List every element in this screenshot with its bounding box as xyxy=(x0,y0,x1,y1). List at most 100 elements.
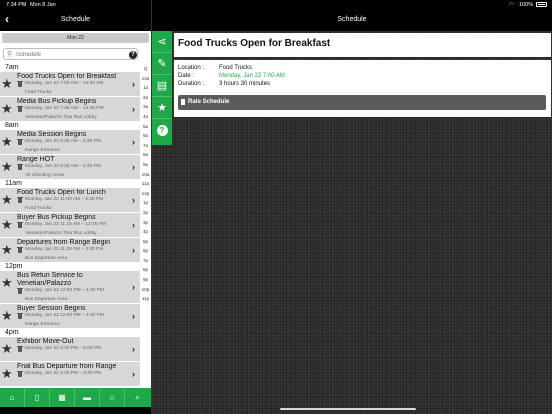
index-letter[interactable]: 5p xyxy=(140,237,151,247)
list-item[interactable]: ★ Buyer Bus Pickup Begins Monday, Jan 22 1… xyxy=(0,213,140,238)
list-item[interactable]: ★ Exhibor Move-Out Monday, Jan 22 4:30 PM … xyxy=(0,337,140,362)
chevron-right-icon: › xyxy=(132,282,135,292)
help-circle-icon[interactable]: ? xyxy=(152,119,172,141)
event-time: Monday, Jan 22 7:45 AM – 12:45 PM xyxy=(25,106,104,111)
wifi-icon: ◠ xyxy=(509,2,514,8)
search-icon: ⚲ xyxy=(7,51,13,58)
list-item[interactable]: ★ Food Trucks Open for Breakfast Monday, J… xyxy=(0,72,140,97)
trash-icon xyxy=(17,81,23,87)
star-icon[interactable]: ★ xyxy=(1,309,13,322)
detail-title: Food Trucks Open for Breakfast xyxy=(178,38,331,49)
event-title: Buyer Bus Pickup Begins xyxy=(17,214,96,221)
index-letter[interactable]: 10a xyxy=(140,170,151,180)
edit-pencil-icon[interactable]: ✎ xyxy=(152,53,172,75)
star-icon[interactable]: ★ xyxy=(1,243,13,256)
date-tab[interactable]: Mon 22 xyxy=(2,33,149,43)
star-icon[interactable]: ★ xyxy=(1,193,13,206)
hour-header: 4pm xyxy=(0,329,140,337)
battery-percent: 100% xyxy=(519,2,534,8)
index-letter[interactable]: 10p xyxy=(140,285,151,295)
list-item[interactable]: ★ Food Trucks Open for Lunch Monday, Jan 2… xyxy=(0,188,140,213)
chevron-right-icon: › xyxy=(132,137,135,147)
index-letter[interactable]: 6a xyxy=(140,131,151,141)
hour-header: 7am xyxy=(0,64,140,72)
event-location: Venetian/Palazzo Tour Bus Lobby xyxy=(25,231,97,236)
home-tab[interactable]: ⌂ xyxy=(0,388,25,407)
location-label: Location : xyxy=(178,65,205,71)
trash-icon xyxy=(17,288,23,294)
search-bar[interactable]: ⚲ ? xyxy=(3,48,138,60)
index-letter[interactable]: 7a xyxy=(140,141,151,151)
index-letter[interactable]: 12p xyxy=(140,189,151,199)
search-input[interactable] xyxy=(16,50,131,59)
index-letter[interactable]: 8p xyxy=(140,265,151,275)
index-letter[interactable]: 4p xyxy=(140,227,151,237)
phone-tab[interactable]: ▯ xyxy=(25,388,50,407)
calendar-tab[interactable]: ▦ xyxy=(50,388,75,407)
clipboard-icon[interactable]: ▤ xyxy=(152,75,172,97)
star-icon[interactable]: ★ xyxy=(1,342,13,355)
section-index[interactable]: Q 12a 1a 2a 3a 4a 5a 6a 7a 8a 9a 10a 11a 12p 1p 2p 3p 4p 5… xyxy=(140,64,151,364)
trash-icon xyxy=(17,197,23,203)
star-icon[interactable]: ★ xyxy=(1,135,13,148)
event-time: Monday, Jan 22 7:00 AM – 10:30 AM xyxy=(25,81,104,86)
index-letter[interactable]: 5a xyxy=(140,122,151,132)
index-letter[interactable]: 2a xyxy=(140,93,151,103)
index-letter[interactable]: 6p xyxy=(140,246,151,256)
index-letter[interactable]: 4a xyxy=(140,112,151,122)
index-letter[interactable]: 11p xyxy=(140,294,151,304)
chevron-right-icon: › xyxy=(132,344,135,354)
star-icon[interactable]: ★ xyxy=(1,276,13,289)
help-icon[interactable]: ? xyxy=(129,51,137,59)
star-icon[interactable]: ★ xyxy=(1,102,13,115)
star-icon[interactable]: ★ xyxy=(1,218,13,231)
home-indicator xyxy=(280,408,416,410)
star-icon[interactable]: ★ xyxy=(1,367,13,380)
trash-icon xyxy=(17,371,23,377)
detail-title-bar: Food Trucks Open for Breakfast xyxy=(174,33,551,57)
index-letter[interactable]: 1a xyxy=(140,83,151,93)
list-item[interactable]: ★ Departures from Range Begin Monday, Jan … xyxy=(0,238,140,263)
list-item[interactable]: ★ Media Bus Pickup Begins Monday, Jan 22 7… xyxy=(0,97,140,122)
list-item[interactable]: ★ Fnal Bus Departure from Range Monday, Ja… xyxy=(0,362,140,387)
index-letter[interactable]: 2p xyxy=(140,208,151,218)
favorites-tab[interactable]: ☆ xyxy=(100,388,125,407)
index-letter[interactable]: 1p xyxy=(140,198,151,208)
search-tab[interactable]: ⌕ xyxy=(125,388,150,407)
index-letter[interactable]: 11a xyxy=(140,179,151,189)
chevron-right-icon: › xyxy=(132,220,135,230)
schedule-list[interactable]: 7am ★ Food Trucks Open for Breakfast Monday… xyxy=(0,64,140,388)
status-time: 7:34 PM xyxy=(6,2,27,8)
chevron-right-icon: › xyxy=(132,311,135,321)
index-letter[interactable]: 9p xyxy=(140,275,151,285)
index-letter[interactable]: Q xyxy=(140,64,151,74)
share-icon[interactable]: ⋖ xyxy=(152,31,172,53)
index-letter[interactable]: 12a xyxy=(140,74,151,84)
right-title: Schedule xyxy=(337,16,367,23)
favorite-star-icon[interactable]: ★ xyxy=(152,97,172,119)
event-title: Buyer Session Begins xyxy=(17,305,86,312)
hour-header: 11am xyxy=(0,180,140,188)
event-time: Monday, Jan 22 8:30 AM – 4:30 PM xyxy=(25,139,101,144)
trash-icon xyxy=(17,313,23,319)
bus-tab[interactable]: ▬ xyxy=(75,388,100,407)
chevron-right-icon: › xyxy=(132,104,135,114)
index-letter[interactable]: 7p xyxy=(140,256,151,266)
index-letter[interactable]: 3p xyxy=(140,218,151,228)
trash-icon xyxy=(17,139,23,145)
index-letter[interactable]: 3a xyxy=(140,102,151,112)
location-value: Food Trucks xyxy=(219,65,253,71)
event-title: Food Trucks Open for Lunch xyxy=(17,189,106,196)
rate-schedule-button[interactable]: Rate Schedule xyxy=(178,95,546,110)
list-item[interactable]: ★ Media Session Begins Monday, Jan 22 8:30… xyxy=(0,130,140,155)
list-item[interactable]: ★ Range HOT Monday, Jan 22 8:30 AM – 4:30 … xyxy=(0,155,140,180)
index-letter[interactable]: 9a xyxy=(140,160,151,170)
star-icon[interactable]: ★ xyxy=(1,77,13,90)
index-letter[interactable]: 8a xyxy=(140,150,151,160)
right-header: Schedule xyxy=(152,9,552,31)
trash-icon xyxy=(17,222,23,228)
star-icon[interactable]: ★ xyxy=(1,160,13,173)
list-item[interactable]: ★ Bus Retun Service to Venetian/Palazzo Mo… xyxy=(0,271,140,304)
date-value[interactable]: Monday, Jan 22 7:00 AM xyxy=(219,73,285,79)
list-item[interactable]: ★ Buyer Session Begins Monday, Jan 22 12:0… xyxy=(0,304,140,329)
